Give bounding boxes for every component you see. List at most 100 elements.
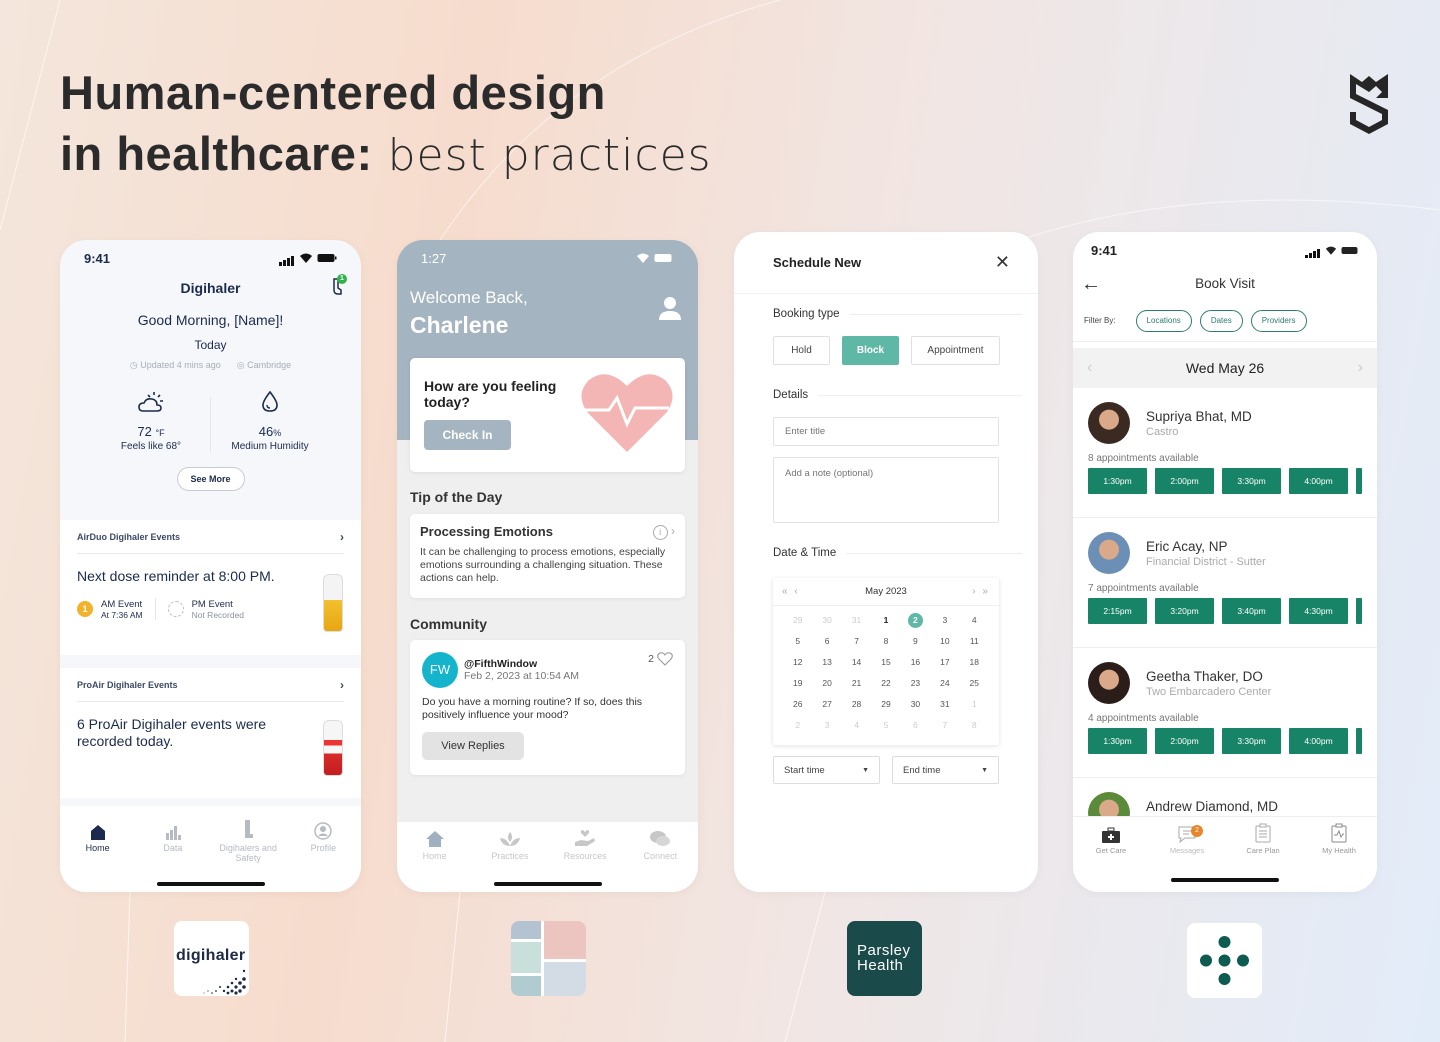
calendar-day[interactable]: 17 — [930, 654, 959, 671]
view-replies-button[interactable]: View Replies — [422, 732, 524, 760]
time-slot-button-more[interactable] — [1356, 598, 1362, 624]
user-profile-icon[interactable] — [658, 296, 682, 320]
calendar-day[interactable]: 3 — [930, 612, 959, 629]
calendar-day[interactable]: 14 — [842, 654, 871, 671]
nav-profile[interactable]: Profile — [291, 820, 355, 892]
calendar-day[interactable]: 19 — [783, 675, 812, 692]
time-slot-button[interactable]: 4:30pm — [1289, 598, 1348, 624]
time-slot-button[interactable]: 1:30pm — [1088, 728, 1147, 754]
title-input[interactable] — [773, 417, 999, 446]
provider-card[interactable]: Supriya Bhat, MD Castro 8 appointments ava… — [1073, 388, 1377, 518]
calendar-day[interactable]: 22 — [871, 675, 900, 692]
calendar-day[interactable]: 20 — [812, 675, 841, 692]
nav-home[interactable]: Home — [403, 828, 467, 892]
end-time-select[interactable]: End time ▼ — [892, 756, 999, 784]
post-body: Do you have a morning routine? If so, do… — [422, 696, 643, 721]
calendar-day[interactable]: 30 — [901, 696, 930, 713]
time-slot-button[interactable]: 3:30pm — [1222, 468, 1281, 494]
calendar-day[interactable]: 18 — [960, 654, 989, 671]
calendar-day[interactable]: 24 — [930, 675, 959, 692]
humidity-value: 46 — [258, 424, 274, 439]
chevron-right-icon: › — [340, 529, 344, 544]
calendar-day[interactable]: 16 — [901, 654, 930, 671]
provider-card[interactable]: Eric Acay, NP Financial District - Sutter… — [1073, 518, 1377, 648]
time-slot-button-more[interactable] — [1356, 728, 1362, 754]
calendar-day[interactable]: 4 — [960, 612, 989, 629]
next-month-icon[interactable]: › — [972, 586, 977, 597]
calendar-day[interactable]: 26 — [783, 696, 812, 713]
calendar-day[interactable]: 7 — [930, 717, 959, 734]
time-slot-button[interactable]: 4:00pm — [1289, 468, 1348, 494]
heart-outline-icon[interactable] — [657, 652, 673, 666]
proair-events-header[interactable]: ProAir Digihaler Events › — [77, 668, 344, 702]
status-time: 9:41 — [1091, 242, 1118, 258]
tip-card[interactable]: Processing Emotions i › It can be challe… — [410, 514, 685, 598]
next-day-icon[interactable]: › — [1358, 359, 1363, 377]
calendar-day[interactable]: 3 — [812, 717, 841, 734]
calendar-day[interactable]: 1 — [871, 612, 900, 629]
calendar-day[interactable]: 31 — [930, 696, 959, 713]
calendar-day[interactable]: 2 — [783, 717, 812, 734]
calendar-day[interactable]: 27 — [812, 696, 841, 713]
calendar-day[interactable]: 8 — [871, 633, 900, 650]
nav-home[interactable]: Home — [66, 820, 130, 892]
check-in-button[interactable]: Check In — [424, 420, 511, 450]
time-slot-button[interactable]: 3:30pm — [1222, 728, 1281, 754]
calendar-day[interactable]: 23 — [901, 675, 930, 692]
filter-dates-chip[interactable]: Dates — [1199, 309, 1243, 332]
calendar-day[interactable]: 5 — [871, 717, 900, 734]
booking-block-button[interactable]: Block — [842, 336, 899, 365]
note-textarea[interactable] — [773, 457, 999, 523]
nav-my-health[interactable]: My Health — [1307, 823, 1371, 892]
calendar-day[interactable]: 29 — [871, 696, 900, 713]
booking-hold-button[interactable]: Hold — [773, 336, 830, 365]
prev-day-icon[interactable]: ‹ — [1087, 359, 1092, 377]
calendar-day[interactable]: 9 — [901, 633, 930, 650]
calendar-day[interactable]: 28 — [842, 696, 871, 713]
booking-appointment-button[interactable]: Appointment — [911, 336, 1000, 365]
calendar-day[interactable]: 12 — [783, 654, 812, 671]
time-slot-button[interactable]: 4:00pm — [1289, 728, 1348, 754]
calendar-day[interactable]: 10 — [930, 633, 959, 650]
calendar-day[interactable]: 1 — [960, 696, 989, 713]
filter-providers-chip[interactable]: Providers — [1250, 309, 1307, 332]
prev-year-icon[interactable]: « — [782, 586, 790, 597]
home-indicator — [493, 882, 602, 886]
see-more-button[interactable]: See More — [176, 467, 245, 491]
time-slot-button[interactable]: 2:15pm — [1088, 598, 1147, 624]
nav-get-care[interactable]: Get Care — [1079, 823, 1143, 892]
nav-connect[interactable]: Connect — [628, 828, 692, 892]
calendar-day[interactable]: 11 — [960, 633, 989, 650]
calendar-day[interactable]: 8 — [960, 717, 989, 734]
provider-card[interactable]: Geetha Thaker, DO Two Embarcadero Center 4… — [1073, 648, 1377, 778]
calendar-day[interactable]: 7 — [842, 633, 871, 650]
calendar-day[interactable]: 29 — [783, 612, 812, 629]
airduo-events-header[interactable]: AirDuo Digihaler Events › — [77, 520, 344, 554]
calendar-day[interactable]: 21 — [842, 675, 871, 692]
back-arrow-icon[interactable]: ← — [1081, 268, 1101, 300]
calendar-day[interactable]: 13 — [812, 654, 841, 671]
calendar-day[interactable]: 2 — [901, 612, 930, 629]
calendar-day[interactable]: 30 — [812, 612, 841, 629]
calendar-day[interactable]: 4 — [842, 717, 871, 734]
time-slots: 2:15pm 3:20pm 3:40pm 4:30pm — [1088, 598, 1363, 624]
calendar-day[interactable]: 6 — [812, 633, 841, 650]
time-slot-button[interactable]: 2:00pm — [1155, 728, 1214, 754]
start-time-select[interactable]: Start time ▼ — [773, 756, 880, 784]
calendar-day[interactable]: 31 — [842, 612, 871, 629]
time-slot-button-more[interactable] — [1356, 468, 1362, 494]
time-slot-button[interactable]: 1:30pm — [1088, 468, 1147, 494]
next-year-icon[interactable]: » — [982, 586, 990, 597]
calendar-day[interactable]: 25 — [960, 675, 989, 692]
calendar-day[interactable]: 5 — [783, 633, 812, 650]
calendar-day[interactable]: 15 — [871, 654, 900, 671]
close-icon[interactable]: ✕ — [995, 252, 1010, 273]
time-slot-button[interactable]: 3:40pm — [1222, 598, 1281, 624]
time-slot-button[interactable]: 3:20pm — [1155, 598, 1214, 624]
prev-month-icon[interactable]: ‹ — [794, 586, 799, 597]
info-icon[interactable]: i — [652, 525, 668, 540]
provider-avatar — [1088, 402, 1130, 444]
filter-locations-chip[interactable]: Locations — [1135, 309, 1192, 332]
time-slot-button[interactable]: 2:00pm — [1155, 468, 1214, 494]
calendar-day[interactable]: 6 — [901, 717, 930, 734]
